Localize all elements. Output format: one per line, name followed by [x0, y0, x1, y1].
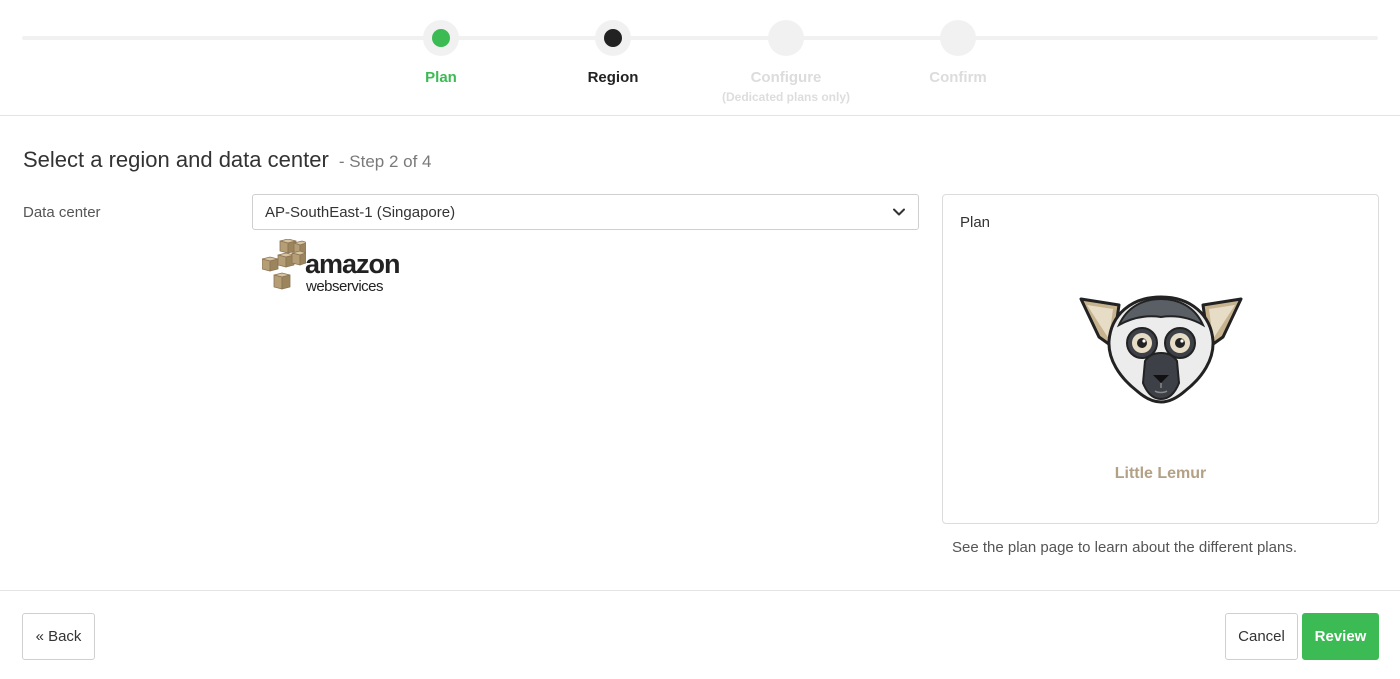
page-title-text: Select a region and data center [23, 147, 329, 172]
back-button[interactable]: « Back [22, 613, 95, 660]
step-region-indicator [595, 20, 631, 56]
step-confirm-label: Confirm [929, 69, 987, 86]
page-title: Select a region and data center - Step 2… [23, 147, 432, 173]
step-plan-indicator [423, 20, 459, 56]
step-configure-label: Configure [750, 69, 822, 86]
main-content: Select a region and data center - Step 2… [0, 117, 1400, 591]
aws-logo: amazon webservices [262, 239, 407, 297]
data-center-label: Data center [23, 204, 101, 221]
aws-logo-subtext: webservices [306, 278, 384, 295]
footer-actions: « Back Cancel Review [0, 590, 1400, 679]
step-region-label: Region [587, 69, 639, 86]
review-button[interactable]: Review [1302, 613, 1379, 660]
step-confirm: Confirm [858, 20, 1058, 86]
aws-cubes-icon [262, 239, 306, 290]
step-confirm-indicator [940, 20, 976, 56]
step-plan-label: Plan [425, 69, 457, 86]
step-region: Region [513, 20, 713, 86]
progress-stepper: Plan Region Configure (Dedicated plans o… [0, 0, 1400, 116]
plan-name: Little Lemur [1114, 465, 1207, 482]
page-step-indicator: - Step 2 of 4 [338, 152, 432, 171]
aws-logo-text: amazon [305, 249, 401, 279]
step-configure-sublabel: (Dedicated plans only) [721, 90, 851, 104]
step-configure: Configure (Dedicated plans only) [686, 20, 886, 104]
step-configure-indicator [768, 20, 804, 56]
cancel-button[interactable]: Cancel [1225, 613, 1298, 660]
chevron-down-icon [892, 205, 906, 219]
plan-hint-text: See the plan page to learn about the dif… [952, 539, 1297, 556]
data-center-select[interactable]: AP-SouthEast-1 (Singapore) [252, 194, 919, 230]
step-plan[interactable]: Plan [341, 20, 541, 86]
lemur-icon [1079, 295, 1243, 404]
plan-card-title: Plan [960, 214, 991, 231]
plan-card: Plan Little Lemur [942, 194, 1379, 524]
data-center-selected-value: AP-SouthEast-1 (Singapore) [265, 203, 456, 221]
